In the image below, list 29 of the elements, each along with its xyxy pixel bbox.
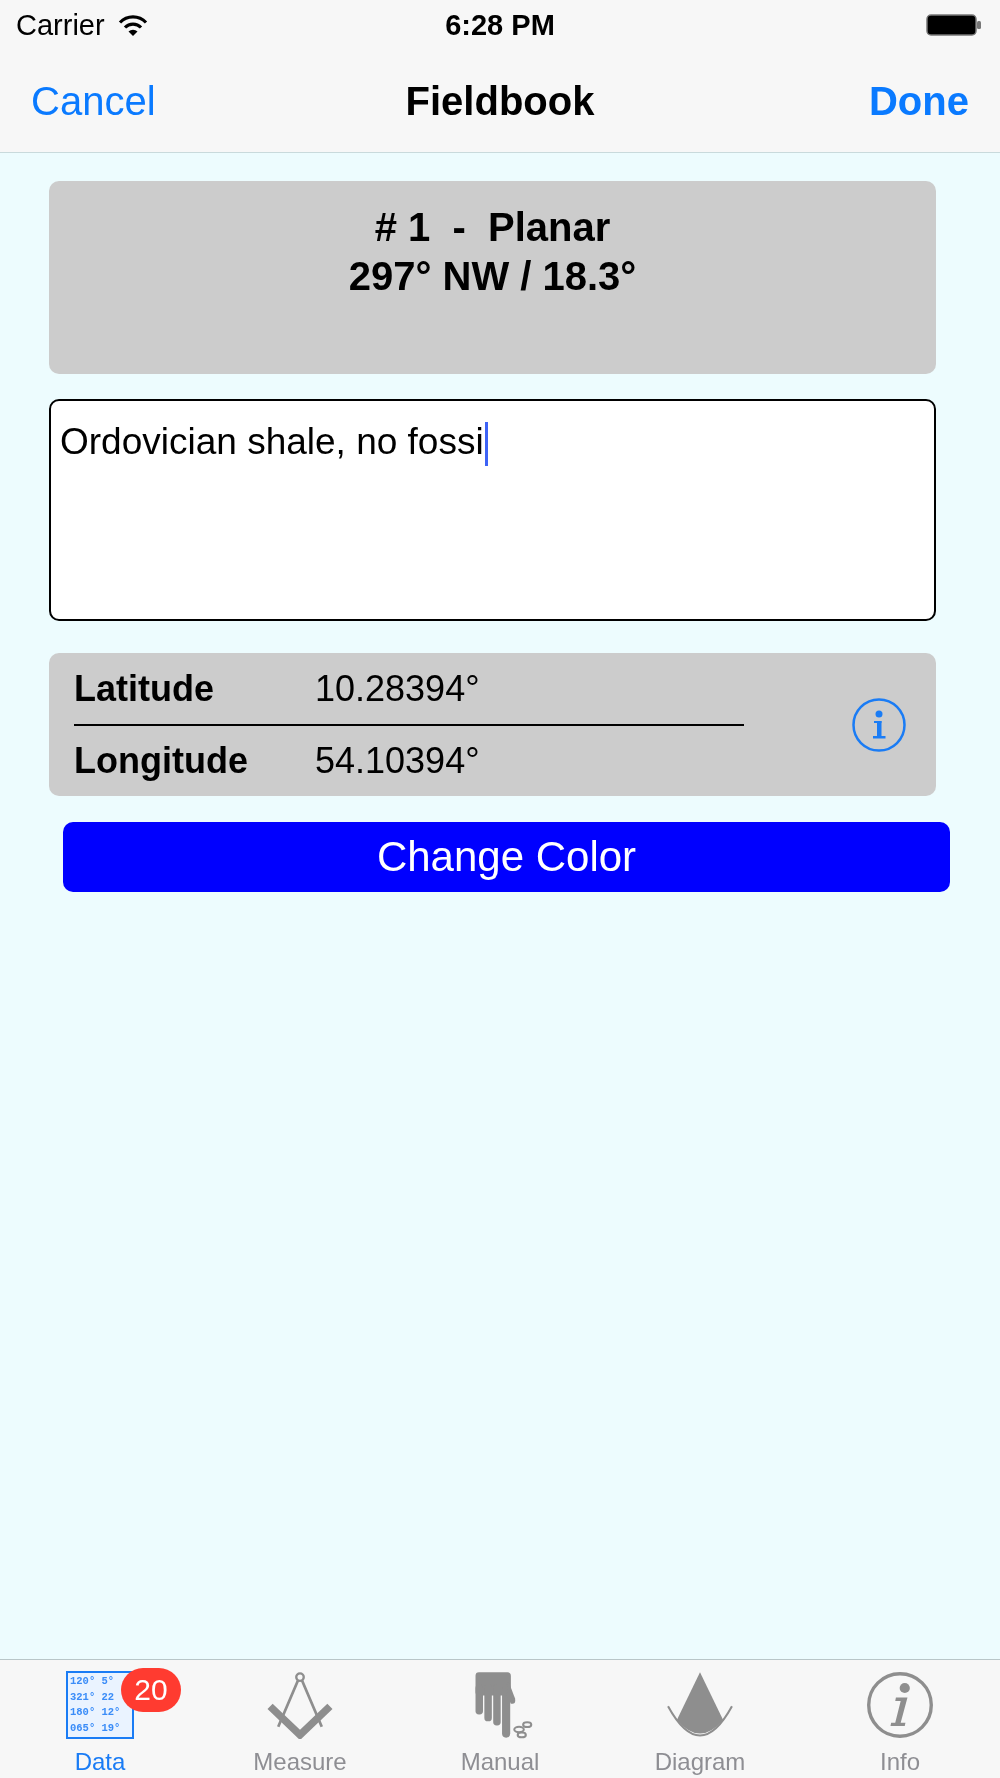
cone-diagram-icon: [666, 1671, 734, 1739]
record-title: # 1 - Planar: [374, 204, 611, 251]
wifi-icon: [117, 14, 148, 36]
tab-item[interactable]: Manual: [400, 1660, 600, 1778]
info-icon: [866, 1671, 934, 1739]
coordinate-label: Latitude: [74, 667, 215, 710]
compass-and-square-icon: [266, 1671, 334, 1739]
screen-title: Fieldbook: [405, 78, 595, 125]
tab-item[interactable]: Info: [800, 1660, 1000, 1778]
notes-field[interactable]: Ordovician shale, no fossi: [49, 399, 936, 621]
thumbnail-text-line: 180° 12°: [70, 1705, 121, 1720]
tab-item[interactable]: Measure: [200, 1660, 400, 1778]
thumbnail-text-line: 120° 5°: [70, 1674, 115, 1689]
coordinate-value: 54.10394°: [315, 739, 480, 782]
coordinate-label: Longitude: [74, 739, 249, 782]
tab-item[interactable]: 120° 5° 321° 22 180° 12° 065° 19° 20 Data: [0, 1660, 200, 1778]
thumbnail-text-line: 065° 19°: [70, 1720, 121, 1736]
thumbnail-text-line: 321° 22: [70, 1689, 115, 1705]
tab-item[interactable]: Diagram: [600, 1660, 800, 1778]
done-button[interactable]: Done: [869, 77, 969, 125]
notification-badge: 20: [121, 1668, 181, 1712]
info-icon[interactable]: [852, 697, 906, 752]
carrier-name: Carrier: [16, 8, 105, 42]
cancel-button[interactable]: Cancel: [31, 77, 156, 125]
battery-icon: [926, 14, 982, 36]
change-color-button[interactable]: Change Color: [63, 822, 950, 892]
coordinate-value: 10.28394°: [315, 667, 480, 710]
orientation-reading: 297° NW / 18.3°: [348, 253, 637, 300]
status-time: 6:28 PM: [445, 8, 555, 42]
